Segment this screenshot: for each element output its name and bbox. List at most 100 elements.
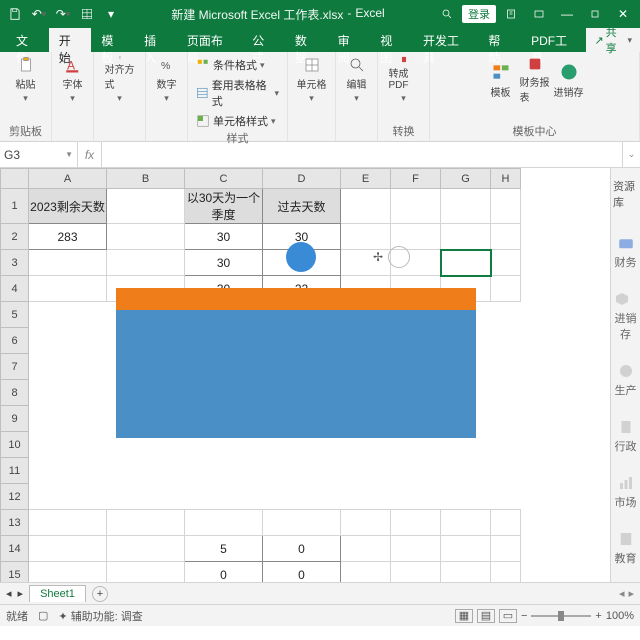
chart-series-blue: [116, 310, 476, 438]
cell[interactable]: 30: [185, 224, 263, 250]
table-icon[interactable]: [76, 4, 98, 24]
cell[interactable]: 5: [185, 536, 263, 562]
formula-input[interactable]: [102, 142, 622, 167]
group-font: A字体▾: [52, 52, 94, 141]
col-header[interactable]: G: [441, 169, 491, 189]
tab-insert[interactable]: 插入: [134, 28, 177, 52]
file-name: 新建 Microsoft Excel 工作表.xlsx: [171, 6, 343, 23]
cell[interactable]: 0: [263, 536, 341, 562]
tab-review[interactable]: 审阅: [328, 28, 371, 52]
side-item[interactable]: 行政: [615, 416, 637, 454]
chart-object[interactable]: [116, 288, 476, 480]
tab-data[interactable]: 数据: [285, 28, 328, 52]
worksheet[interactable]: A B C D E F G H 1 2023剩余天数 以30天为一个季度 过去天…: [0, 168, 610, 582]
ribbon: 粘贴▾ 剪贴板 A字体▾ 对齐方式▾ %数字▾ 条件格式▾ 套用表格格式▾ 单元…: [0, 52, 640, 142]
col-header[interactable]: D: [263, 169, 341, 189]
title-bar: ↶▾ ↷▾ ▾ 新建 Microsoft Excel 工作表.xlsx - Ex…: [0, 0, 640, 28]
col-header[interactable]: E: [341, 169, 391, 189]
col-header[interactable]: B: [107, 169, 185, 189]
tab-layout[interactable]: 页面布局: [177, 28, 242, 52]
cell[interactable]: 283: [29, 224, 107, 250]
view-normal-icon[interactable]: ▦: [455, 609, 473, 623]
group-clipboard: 粘贴▾ 剪贴板: [0, 52, 52, 141]
side-item[interactable]: 市场: [615, 472, 637, 510]
chart-icon: [615, 472, 637, 494]
cell[interactable]: 过去天数: [263, 189, 341, 224]
tab-help[interactable]: 帮助: [478, 28, 521, 52]
row-header[interactable]: 1: [1, 189, 29, 224]
new-sheet-button[interactable]: +: [92, 586, 108, 602]
close-icon[interactable]: ✕: [610, 4, 636, 24]
view-break-icon[interactable]: ▭: [499, 609, 517, 623]
zoom-level[interactable]: 100%: [606, 610, 634, 622]
template-button[interactable]: 模板: [486, 56, 516, 104]
ribbon-options-icon[interactable]: [526, 4, 552, 24]
cell[interactable]: 30: [185, 250, 263, 276]
group-styles: 条件格式▾ 套用表格格式▾ 单元格样式▾ 样式: [188, 52, 288, 141]
app-name: Excel: [355, 6, 384, 23]
fx-button[interactable]: fx: [78, 142, 102, 167]
tab-home[interactable]: 开始: [49, 28, 92, 52]
table-format-button[interactable]: 套用表格格式▾: [194, 76, 281, 110]
align-button[interactable]: 对齐方式▾: [105, 56, 135, 104]
view-layout-icon[interactable]: ▤: [477, 609, 495, 623]
expand-formula-icon[interactable]: ⌄: [622, 142, 640, 167]
minimize-icon[interactable]: —: [554, 4, 580, 24]
group-align: 对齐方式▾: [94, 52, 146, 141]
maximize-icon[interactable]: [582, 4, 608, 24]
font-button[interactable]: A字体▾: [58, 56, 88, 104]
side-panel: 资源库 财务 进销存 生产 行政 市场 教育: [610, 168, 640, 582]
group-templates: 模板 财务报表 进销存 模板中心: [430, 52, 640, 141]
tab-pdf[interactable]: PDF工具: [521, 28, 586, 52]
tab-template[interactable]: 模板: [91, 28, 134, 52]
ribbon-tabs: 文件 开始 模板 插入 页面布局 公式 数据 审阅 视图 开发工具 帮助 PDF…: [0, 28, 640, 52]
tab-view[interactable]: 视图: [370, 28, 413, 52]
selected-cell[interactable]: [441, 250, 491, 276]
login-button[interactable]: 登录: [462, 5, 496, 23]
zoom-control[interactable]: −+ 100%: [521, 610, 634, 622]
col-header[interactable]: H: [491, 169, 521, 189]
cell-style-button[interactable]: 单元格样式▾: [194, 112, 281, 130]
cells-button[interactable]: 单元格▾: [297, 56, 327, 104]
qat-dropdown-icon[interactable]: ▾: [100, 4, 122, 24]
chart-area: [116, 438, 476, 480]
cell[interactable]: 2023剩余天数: [29, 189, 107, 224]
cell[interactable]: 0: [263, 562, 341, 583]
side-item[interactable]: 生产: [615, 360, 637, 398]
name-box[interactable]: G3▼: [0, 142, 78, 167]
cursor-ring-icon: [388, 246, 410, 268]
side-item[interactable]: 财务: [615, 232, 637, 270]
macro-icon[interactable]: ▢: [38, 609, 48, 622]
cond-format-button[interactable]: 条件格式▾: [194, 56, 281, 74]
side-title: 资源库: [611, 174, 640, 214]
select-all-corner[interactable]: [1, 169, 29, 189]
redo-icon[interactable]: ↷▾: [52, 4, 74, 24]
tab-nav-icon[interactable]: ▸: [18, 587, 24, 600]
convert-pdf-button[interactable]: 转成PDF▾: [389, 56, 419, 104]
mode-icon[interactable]: [498, 4, 524, 24]
paste-button[interactable]: 粘贴▾: [11, 56, 41, 104]
undo-icon[interactable]: ↶▾: [28, 4, 50, 24]
col-header[interactable]: C: [185, 169, 263, 189]
edit-button[interactable]: 编辑▾: [342, 56, 372, 104]
sales-template-button[interactable]: 进销存: [554, 56, 584, 104]
wallet-icon: [615, 232, 637, 254]
tab-nav-icon[interactable]: ◂: [6, 587, 12, 600]
col-header[interactable]: A: [29, 169, 107, 189]
share-button[interactable]: ↗ 共享 ▾: [586, 28, 640, 52]
finance-template-button[interactable]: 财务报表: [520, 56, 550, 104]
accessibility-status[interactable]: ✦ 辅助功能: 调查: [58, 608, 142, 624]
cell[interactable]: 0: [185, 562, 263, 583]
side-item[interactable]: 教育: [615, 528, 637, 566]
col-header[interactable]: F: [391, 169, 441, 189]
search-icon[interactable]: [434, 4, 460, 24]
tab-file[interactable]: 文件: [6, 28, 49, 52]
save-icon[interactable]: [4, 4, 26, 24]
number-button[interactable]: %数字▾: [152, 56, 182, 104]
sheet-tab[interactable]: Sheet1: [29, 585, 86, 602]
cell[interactable]: 以30天为一个季度: [185, 189, 263, 224]
group-label: 剪贴板: [9, 123, 42, 139]
side-item[interactable]: 进销存: [611, 288, 640, 342]
tab-formula[interactable]: 公式: [242, 28, 285, 52]
tab-dev[interactable]: 开发工具: [413, 28, 478, 52]
